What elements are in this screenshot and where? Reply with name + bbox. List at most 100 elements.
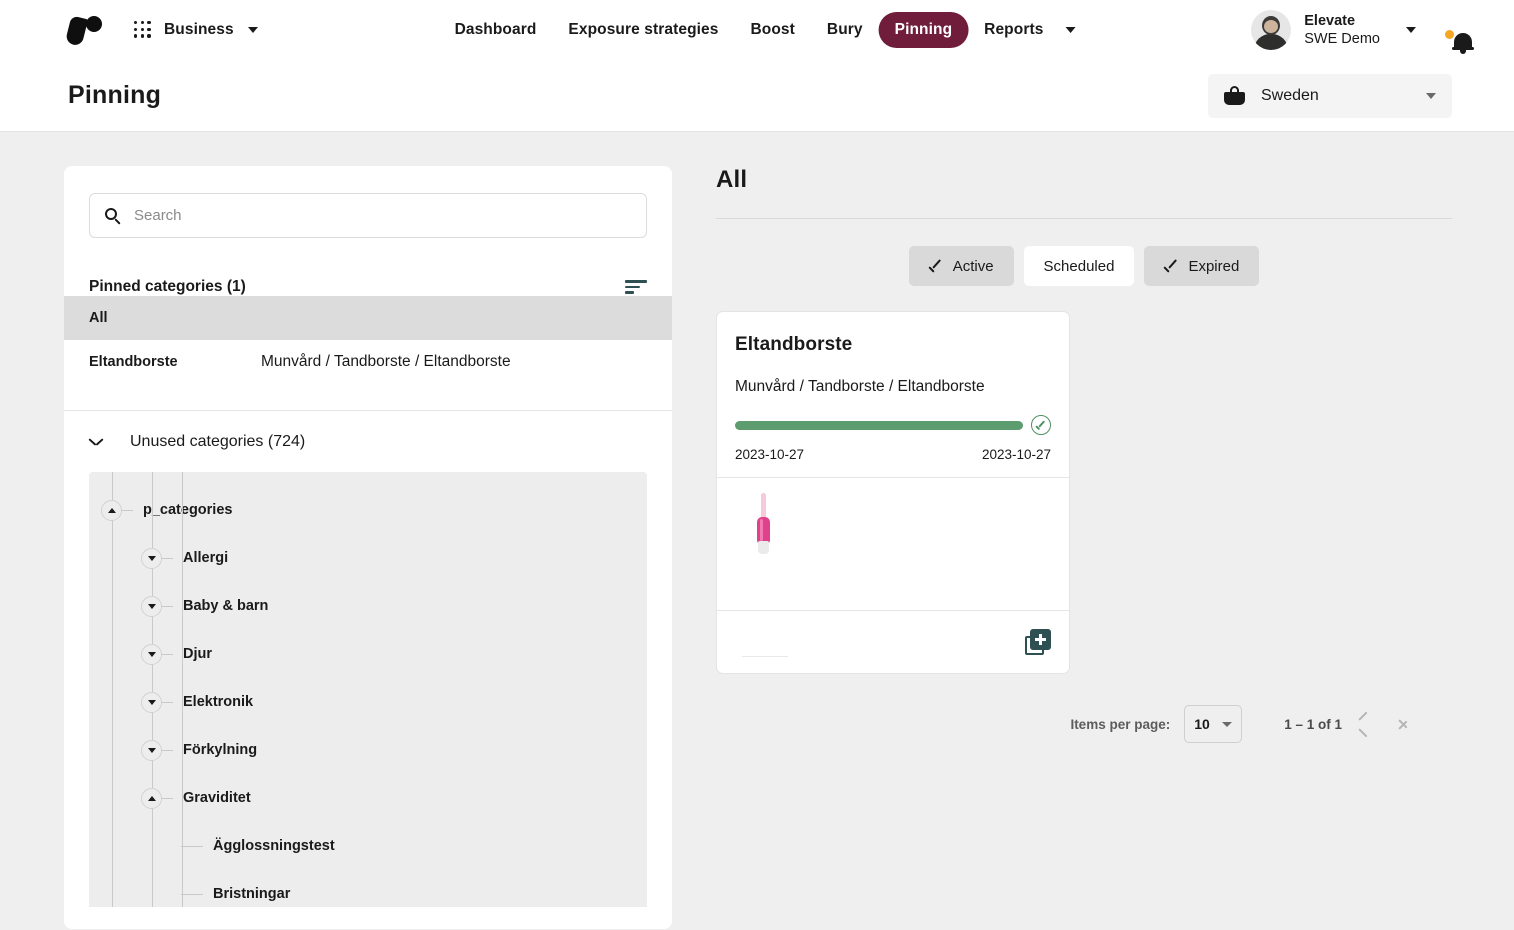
check-icon <box>929 262 944 271</box>
pin-card[interactable]: Eltandborste Munvård / Tandborste / Elta… <box>716 311 1070 674</box>
category-tree: p_categories Allergi Baby & barn Djur El… <box>89 472 647 907</box>
pinned-categories-label: Pinned categories (1) <box>89 278 246 295</box>
tree-connector <box>162 557 173 559</box>
tree-node-baby-barn[interactable]: Baby & barn <box>89 472 647 907</box>
filter-expired-button[interactable]: Expired <box>1144 246 1260 286</box>
next-page-button[interactable] <box>1382 704 1422 744</box>
nav-item-boost[interactable]: Boost <box>735 12 811 48</box>
tree-node-elektronik[interactable]: Elektronik <box>89 472 647 907</box>
filter-active-button[interactable]: Active <box>908 246 1014 286</box>
tree-toggle-icon[interactable] <box>101 499 122 521</box>
items-per-page-label: Items per page: <box>1070 716 1171 732</box>
search-icon <box>105 207 121 225</box>
tree-node-p-categories[interactable]: p_categories <box>89 486 647 907</box>
tree-toggle-icon[interactable] <box>141 547 162 569</box>
tree-node-label: Graviditet <box>183 790 251 806</box>
progress-bar <box>735 420 1023 430</box>
pinned-categories-header: Pinned categories (1) <box>64 278 672 296</box>
nav-item-reports[interactable]: Reports <box>968 12 1076 48</box>
unused-categories-header[interactable]: Unused categories (724) <box>64 410 672 472</box>
filter-scheduled-label: Scheduled <box>1043 257 1115 275</box>
pagination-range: 1 – 1 of 1 <box>1284 716 1342 732</box>
pin-card-progress <box>735 415 1051 435</box>
tree-toggle-icon[interactable] <box>141 643 162 665</box>
tree-connector <box>162 653 173 655</box>
chevron-down-icon <box>1065 27 1076 33</box>
search-input[interactable] <box>134 207 631 224</box>
tree-node-agglossningstest[interactable]: Ägglossningstest <box>89 472 647 907</box>
tree-toggle-icon[interactable] <box>141 595 162 617</box>
pinned-category-row-eltandborste[interactable]: Eltandborste Munvård / Tandborste / Elta… <box>64 340 672 384</box>
pin-card-header: Eltandborste Munvård / Tandborste / Elta… <box>717 312 1069 477</box>
tree-node-label: Allergi <box>183 550 229 566</box>
pin-card-title: Eltandborste <box>735 334 853 355</box>
pinned-category-row-all[interactable]: All <box>64 296 672 340</box>
chevron-down-icon <box>1426 92 1436 99</box>
page-body: Pinned categories (1) All Eltandborste M… <box>0 132 1514 929</box>
brand-logo-icon <box>64 13 110 47</box>
tree-connector <box>162 749 173 751</box>
tree-toggle-icon[interactable] <box>141 691 162 713</box>
pin-card-product-image <box>717 477 1069 610</box>
tree-connector <box>162 605 173 607</box>
chevron-right-icon <box>1397 715 1408 733</box>
divider <box>716 218 1452 219</box>
paginator: Items per page: 10 1 – 1 of 1 <box>716 704 1452 744</box>
avatar[interactable] <box>1251 10 1292 50</box>
user-name: Elevate <box>1304 12 1356 29</box>
pin-card-path: Munvård / Tandborste / Eltandborste <box>735 378 985 395</box>
tree-connector <box>162 797 173 799</box>
page-title: Pinning <box>68 81 162 109</box>
items-per-page-select[interactable]: 10 <box>1184 705 1243 743</box>
pin-card-dates: 2023-10-27 2023-10-27 <box>735 447 1051 462</box>
user-info[interactable]: Elevate SWE Demo <box>1304 12 1380 48</box>
search-box[interactable] <box>89 193 647 238</box>
nav-item-pinning[interactable]: Pinning <box>878 12 969 48</box>
tree-toggle-icon[interactable] <box>141 739 162 761</box>
unused-categories-label: Unused categories (724) <box>130 432 306 450</box>
filter-scheduled-button[interactable]: Scheduled <box>1023 246 1135 286</box>
add-to-collection-icon[interactable] <box>1025 629 1051 655</box>
tree-toggle-icon[interactable] <box>141 787 162 809</box>
nav-item-exposure-strategies[interactable]: Exposure strategies <box>552 12 734 48</box>
chevron-down-icon <box>89 438 103 446</box>
apps-grid-icon <box>134 21 152 39</box>
user-account: SWE Demo <box>1304 31 1380 47</box>
tree-node-label: Djur <box>183 646 212 662</box>
check-icon <box>1164 262 1179 271</box>
pinned-category-name: All <box>89 310 108 326</box>
basket-icon <box>1224 86 1245 105</box>
filter-expired-label: Expired <box>1188 257 1240 275</box>
nav-item-dashboard[interactable]: Dashboard <box>439 12 553 48</box>
product-thumbnail <box>747 493 781 555</box>
tree-node-label: p_categories <box>143 502 233 518</box>
tree-connector <box>181 893 203 895</box>
market-selector[interactable]: Sweden <box>1208 73 1452 118</box>
tree-node-graviditet[interactable]: Graviditet <box>89 472 647 907</box>
chevron-down-icon <box>1222 721 1233 727</box>
chevron-down-icon[interactable] <box>1406 27 1416 33</box>
tree-node-label: Ägglossningstest <box>213 838 335 854</box>
pinned-category-path: Munvård / Tandborste / Eltandborste <box>261 353 511 370</box>
chevron-down-icon <box>247 27 258 33</box>
search-area <box>64 166 672 238</box>
previous-page-button[interactable] <box>1342 704 1382 744</box>
tree-connector <box>181 845 203 847</box>
page-subheader: Pinning Sweden <box>0 60 1514 132</box>
tree-node-bristningar[interactable]: Bristningar <box>89 472 647 907</box>
app-switcher[interactable]: Business <box>134 21 258 39</box>
placeholder-line <box>742 655 788 657</box>
sort-icon[interactable] <box>625 280 647 295</box>
items-per-page-value: 10 <box>1194 716 1210 732</box>
main-nav: Dashboard Exposure strategies Boost Bury… <box>439 12 1076 48</box>
brand-logo[interactable] <box>64 13 110 47</box>
nav-item-reports-label[interactable]: Reports <box>968 12 1059 48</box>
tree-node-forkylning[interactable]: Förkylning <box>89 472 647 907</box>
check-circle-icon <box>1031 415 1051 435</box>
market-selector-value: Sweden <box>1261 86 1319 104</box>
tree-node-djur[interactable]: Djur <box>89 472 647 907</box>
tree-node-allergi[interactable]: Allergi <box>89 472 647 907</box>
nav-item-bury[interactable]: Bury <box>811 12 879 48</box>
pins-panel-title: All <box>716 166 748 193</box>
categories-panel: Pinned categories (1) All Eltandborste M… <box>64 166 672 929</box>
